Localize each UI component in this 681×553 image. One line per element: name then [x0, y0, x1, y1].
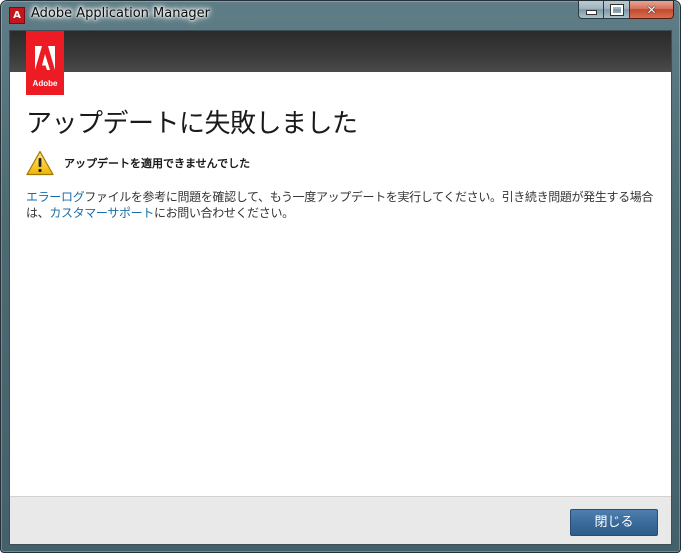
maximize-button[interactable] — [604, 1, 630, 19]
adobe-logo: Adobe — [26, 31, 64, 95]
footer-bar: 閉じる — [10, 496, 671, 544]
minimize-icon — [585, 10, 597, 15]
adobe-logo-text: Adobe — [32, 79, 58, 88]
close-icon: ✕ — [646, 2, 657, 17]
error-message: エラーログファイルを参考に問題を確認して、もう一度アップデートを実行してください… — [26, 189, 656, 221]
page-title: アップデートに失敗しました — [26, 109, 358, 139]
error-log-link[interactable]: エラーログ — [26, 190, 85, 204]
customer-support-link[interactable]: カスタマーサポート — [49, 206, 154, 220]
caption-buttons: ✕ — [578, 1, 674, 20]
adobe-app-icon[interactable]: A — [9, 7, 25, 24]
window-title: Adobe Application Manager — [31, 6, 211, 21]
warning-icon — [26, 150, 54, 176]
title-bar[interactable]: A Adobe Application Manager ✕ — [1, 1, 680, 30]
warning-row: アップデートを適用できませんでした — [26, 150, 250, 176]
close-button[interactable]: 閉じる — [570, 509, 658, 536]
warning-text: アップデートを適用できませんでした — [64, 157, 251, 170]
header-band — [10, 31, 671, 72]
minimize-button[interactable] — [578, 1, 604, 19]
close-window-button[interactable]: ✕ — [630, 1, 674, 19]
adobe-logo-mark-icon — [35, 46, 55, 70]
maximize-icon — [609, 3, 624, 16]
message-text-2: にお問い合わせください。 — [153, 206, 294, 220]
dialog-content: Adobe アップデートに失敗しました アップデートを適用できませんでした エラ… — [9, 30, 672, 545]
app-window: A Adobe Application Manager ✕ Adobe アップデ… — [0, 0, 681, 553]
